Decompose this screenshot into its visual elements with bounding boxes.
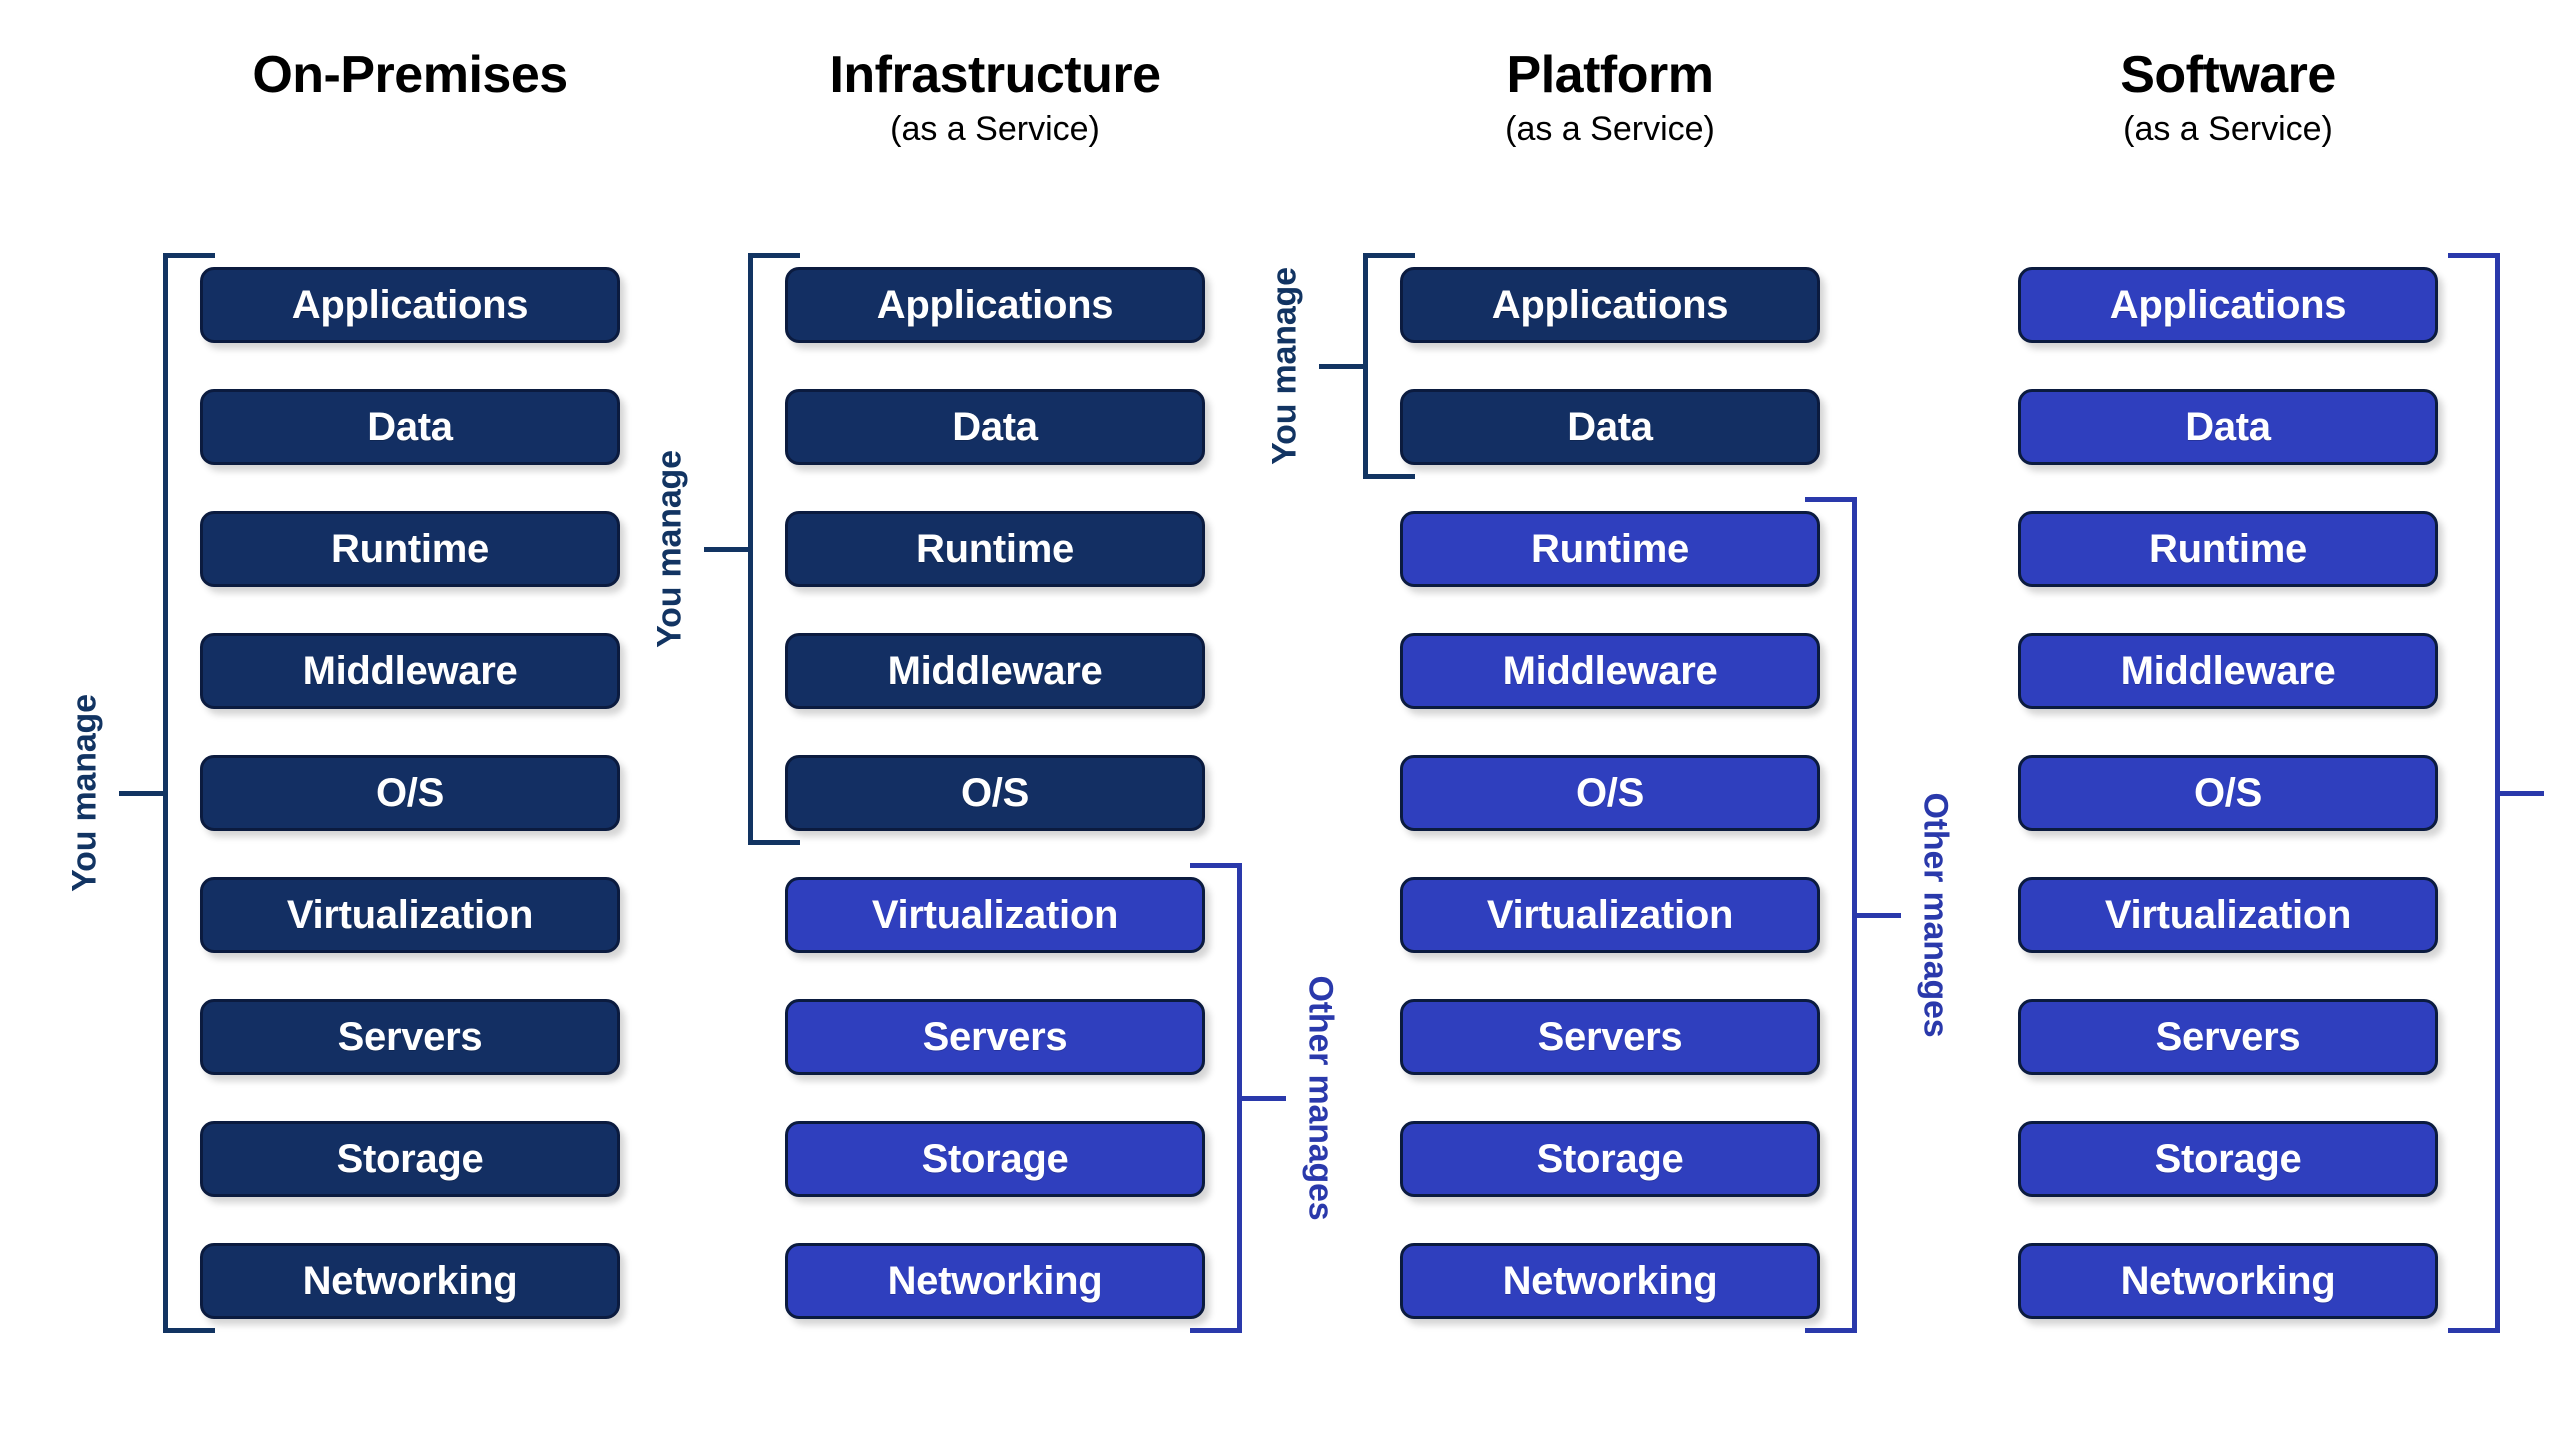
layer-box-saas-data[interactable]: Data <box>2018 389 2438 465</box>
layer-box-saas-networking[interactable]: Networking <box>2018 1243 2438 1319</box>
layer-box-saas-virtualization[interactable]: Virtualization <box>2018 877 2438 953</box>
layer-box-saas-servers[interactable]: Servers <box>2018 999 2438 1075</box>
bracket-saas-other-manages <box>2448 253 2500 1333</box>
layer-box-iaas-storage[interactable]: Storage <box>785 1121 1205 1197</box>
bracket-label-other-manages: Other manages <box>1916 792 1955 1038</box>
bracket-label-you-manage: You manage <box>65 694 104 892</box>
column-subtitle: (as a Service) <box>2123 109 2333 148</box>
layer-box-paas-o-s[interactable]: O/S <box>1400 755 1820 831</box>
layer-box-iaas-servers[interactable]: Servers <box>785 999 1205 1075</box>
layer-box-paas-storage[interactable]: Storage <box>1400 1121 1820 1197</box>
layer-box-iaas-virtualization[interactable]: Virtualization <box>785 877 1205 953</box>
layer-box-on-premises-middleware[interactable]: Middleware <box>200 633 620 709</box>
layer-box-paas-runtime[interactable]: Runtime <box>1400 511 1820 587</box>
bracket-label-other-manages: Other manages <box>1301 975 1340 1221</box>
layer-box-iaas-middleware[interactable]: Middleware <box>785 633 1205 709</box>
layer-box-iaas-runtime[interactable]: Runtime <box>785 511 1205 587</box>
bracket-label-you-manage: You manage <box>650 450 689 648</box>
column-title: Software <box>2120 46 2336 104</box>
layer-box-iaas-data[interactable]: Data <box>785 389 1205 465</box>
bracket-tick <box>704 547 748 552</box>
layer-box-iaas-o-s[interactable]: O/S <box>785 755 1205 831</box>
layer-box-on-premises-o-s[interactable]: O/S <box>200 755 620 831</box>
layer-box-saas-runtime[interactable]: Runtime <box>2018 511 2438 587</box>
layer-box-paas-data[interactable]: Data <box>1400 389 1820 465</box>
saas-responsibility-diagram: On-Premises Infrastructure (as a Service) P… <box>0 0 2560 1440</box>
layer-box-on-premises-data[interactable]: Data <box>200 389 620 465</box>
layer-box-saas-applications[interactable]: Applications <box>2018 267 2438 343</box>
column-header-saas: Software (as a Service) <box>1828 48 2560 149</box>
bracket-tick <box>2500 791 2544 796</box>
bracket-tick <box>119 791 163 796</box>
bracket-iaas-you-manage <box>748 253 800 845</box>
layer-box-on-premises-networking[interactable]: Networking <box>200 1243 620 1319</box>
layer-box-saas-storage[interactable]: Storage <box>2018 1121 2438 1197</box>
bracket-paas-you-manage <box>1363 253 1415 479</box>
layer-box-on-premises-storage[interactable]: Storage <box>200 1121 620 1197</box>
layer-box-saas-o-s[interactable]: O/S <box>2018 755 2438 831</box>
layer-box-paas-applications[interactable]: Applications <box>1400 267 1820 343</box>
bracket-label-you-manage: You manage <box>1265 267 1304 465</box>
layer-box-paas-servers[interactable]: Servers <box>1400 999 1820 1075</box>
bracket-tick <box>1242 1096 1286 1101</box>
layer-box-on-premises-virtualization[interactable]: Virtualization <box>200 877 620 953</box>
layer-box-iaas-applications[interactable]: Applications <box>785 267 1205 343</box>
layer-box-saas-middleware[interactable]: Middleware <box>2018 633 2438 709</box>
layer-box-on-premises-applications[interactable]: Applications <box>200 267 620 343</box>
bracket-tick <box>1857 913 1901 918</box>
layer-box-iaas-networking[interactable]: Networking <box>785 1243 1205 1319</box>
bracket-paas-other-manages <box>1805 497 1857 1333</box>
bracket-tick <box>1319 364 1363 369</box>
layer-box-on-premises-servers[interactable]: Servers <box>200 999 620 1075</box>
layer-box-on-premises-runtime[interactable]: Runtime <box>200 511 620 587</box>
layer-box-paas-virtualization[interactable]: Virtualization <box>1400 877 1820 953</box>
layer-box-paas-networking[interactable]: Networking <box>1400 1243 1820 1319</box>
bracket-on-premises-you-manage <box>163 253 215 1333</box>
bracket-iaas-other-manages <box>1190 863 1242 1333</box>
layer-box-paas-middleware[interactable]: Middleware <box>1400 633 1820 709</box>
